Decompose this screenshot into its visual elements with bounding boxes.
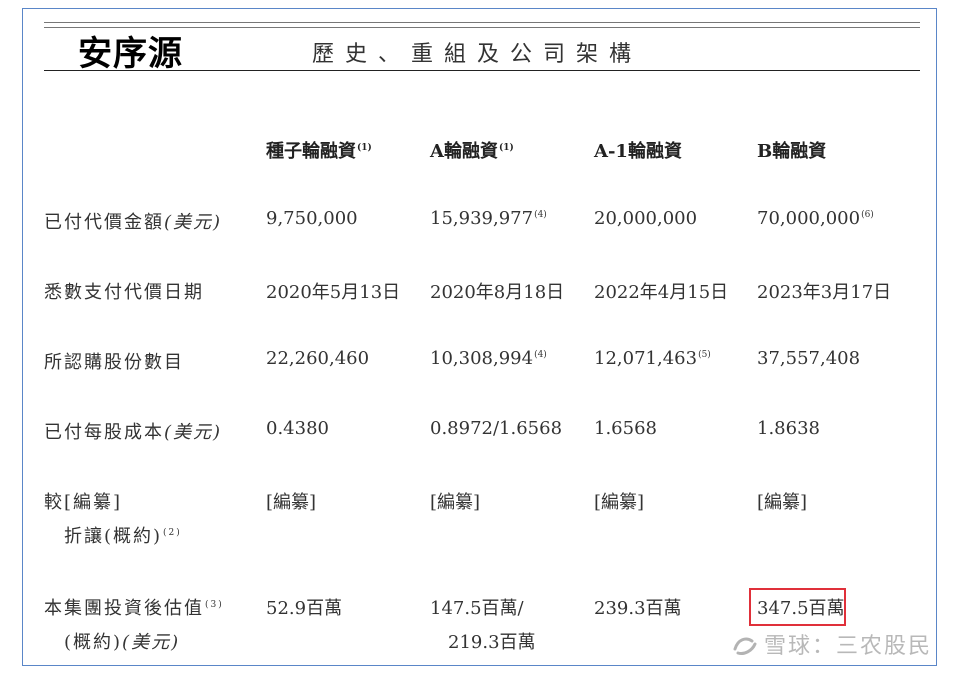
column-header-label: B輪融資 xyxy=(757,141,827,162)
cell-value: 70,000,000 xyxy=(757,208,861,229)
table-cell: 2020年5月13日 xyxy=(266,282,401,303)
column-header-series-b: B輪融資 xyxy=(757,137,826,163)
table-cell: 2023年3月17日 xyxy=(757,282,892,303)
row-label-unit: (美元) xyxy=(164,422,223,443)
table-cell: 37,557,408 xyxy=(757,348,860,369)
cell-value: 20,000,000 xyxy=(594,208,698,229)
table-cell: [編纂] xyxy=(757,492,808,513)
highlight-box xyxy=(749,588,846,626)
footnote-marker: (2) xyxy=(163,528,182,538)
column-header-label: A-1輪融資 xyxy=(594,141,682,162)
company-name: 安序源 xyxy=(78,34,183,74)
column-header-seed: 種子輪融資(1) xyxy=(266,137,372,163)
row-label-shares: 所認購股份數目 xyxy=(44,352,184,373)
footnote-marker: (5) xyxy=(698,350,711,360)
cell-value: 37,557,408 xyxy=(757,348,861,369)
column-header-series-a1: A-1輪融資 xyxy=(594,137,682,163)
section-title: 歷史、重組及公司架構 xyxy=(312,42,643,67)
table-cell: 239.3百萬 xyxy=(594,598,682,619)
row-label-unit: (美元) xyxy=(164,212,223,233)
table-cell: 12,071,463(5) xyxy=(594,348,711,369)
table-cell: [編纂] xyxy=(594,492,645,513)
row-label-text: (概約) xyxy=(64,632,123,653)
footnote-marker: (1) xyxy=(357,143,372,153)
row-label-valuation: 本集團投資後估值(3) xyxy=(44,594,224,620)
row-label-discount-line2: 折讓(概約)(2) xyxy=(64,522,182,548)
table-cell: [編纂] xyxy=(430,492,481,513)
row-label-text: 本集團投資後估值 xyxy=(44,598,204,619)
table-cell: [編纂] xyxy=(266,492,317,513)
table-cell: 15,939,977(4) xyxy=(430,208,547,229)
column-header-label: A輪融資 xyxy=(430,141,498,162)
column-header-series-a: A輪融資(1) xyxy=(430,137,514,163)
row-label-unit: (美元) xyxy=(122,632,181,653)
row-label-paid-amount: 已付代價金額(美元) xyxy=(44,208,222,234)
cell-value: 9,750,000 xyxy=(266,208,358,229)
column-header-label: 種子輪融資 xyxy=(266,141,356,162)
watermark: 雪球：三农股民 xyxy=(732,628,932,660)
footnote-marker: (4) xyxy=(534,210,547,220)
snowball-logo-icon xyxy=(732,635,758,657)
row-label-text: 已付代價金額 xyxy=(44,212,164,233)
footnote-marker: (3) xyxy=(205,600,224,610)
table-cell: 20,000,000 xyxy=(594,208,697,229)
table-cell-continuation: 219.3百萬 xyxy=(448,632,536,653)
table-cell: 0.8972/1.6568 xyxy=(430,418,563,439)
table-cell: 1.8638 xyxy=(757,418,820,439)
cell-value: 15,939,977 xyxy=(430,208,534,229)
footnote-marker: (1) xyxy=(498,143,514,153)
table-cell: 2020年8月18日 xyxy=(430,282,565,303)
row-label-cost-per-share: 已付每股成本(美元) xyxy=(44,418,222,444)
watermark-text: 雪球：三农股民 xyxy=(763,634,932,659)
table-cell: 70,000,000(6) xyxy=(757,208,874,229)
cell-value: 22,260,460 xyxy=(266,348,370,369)
table-cell: 2022年4月15日 xyxy=(594,282,729,303)
table-cell: 52.9百萬 xyxy=(266,598,343,619)
table-cell: 22,260,460 xyxy=(266,348,369,369)
cell-value: 10,308,994 xyxy=(430,348,534,369)
table-cell: 10,308,994(4) xyxy=(430,348,547,369)
header-underline xyxy=(44,70,920,71)
row-label-valuation-line2: (概約)(美元) xyxy=(64,628,180,654)
table-cell: 1.6568 xyxy=(594,418,657,439)
table-cell: 9,750,000 xyxy=(266,208,358,229)
cell-value: 12,071,463 xyxy=(594,348,698,369)
row-label-payment-date: 悉數支付代價日期 xyxy=(44,282,204,303)
table-cell: 147.5百萬/ xyxy=(430,598,524,619)
page-frame xyxy=(22,8,937,666)
footnote-marker: (4) xyxy=(534,350,547,360)
row-label-text: 已付每股成本 xyxy=(44,422,164,443)
footnote-marker: (6) xyxy=(861,210,874,220)
row-label-discount: 較[編纂] xyxy=(44,492,123,513)
table-cell: 0.4380 xyxy=(266,418,329,439)
row-label-text: 折讓(概約) xyxy=(64,526,163,547)
